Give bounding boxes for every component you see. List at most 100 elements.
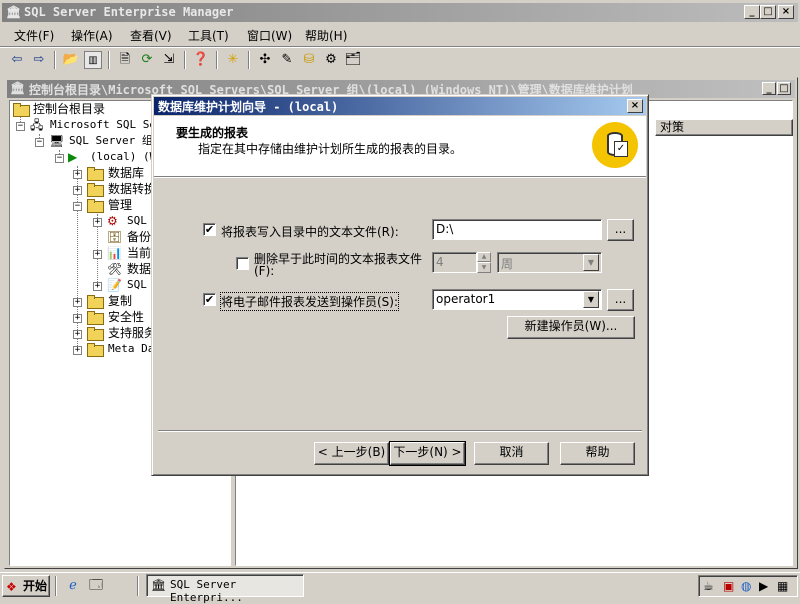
toolbar-separator [108, 51, 110, 69]
delete-older-label[interactable]: 删除早于此时间的文本报表文件 [254, 250, 422, 267]
cancel-button[interactable]: 取消 [474, 442, 549, 465]
chevron-down-icon[interactable]: ▼ [583, 254, 599, 271]
operator-browse-button[interactable]: ... [607, 289, 634, 311]
wizard-close-button[interactable]: × [627, 99, 643, 113]
back-button[interactable]: < 上一步(B) [314, 442, 389, 465]
operator-select[interactable]: operator1 [432, 289, 602, 310]
expand-icon[interactable]: + [73, 330, 82, 339]
menu-separator [0, 46, 800, 48]
system-tray: ☕ ▣ ◍ ▶ ▦ [698, 575, 798, 597]
wizard-title-bar[interactable]: 数据库维护计划向导 - (local) [154, 97, 646, 115]
toolbar-separator [248, 51, 250, 69]
delete-older-number-input[interactable]: 4 [432, 252, 477, 273]
expand-icon[interactable]: + [73, 346, 82, 355]
job-icon[interactable]: ⚙ [322, 51, 340, 69]
main-minimize-button[interactable]: _ [744, 5, 760, 19]
collapse-icon[interactable]: − [55, 154, 64, 163]
column-header-policy[interactable]: 对策 [655, 119, 793, 136]
write-report-label[interactable]: 将报表写入目录中的文本文件(R): [221, 223, 399, 240]
main-maximize-button[interactable]: □ [760, 5, 776, 19]
refresh-icon[interactable]: ⟳ [138, 51, 156, 69]
expand-icon[interactable]: + [93, 218, 102, 227]
toolbar-separator [184, 51, 186, 69]
delete-older-spinner[interactable]: ▲ ▼ [477, 252, 491, 273]
database-icon[interactable]: ⛁ [300, 51, 318, 69]
windows-logo-icon: ❖ [6, 580, 17, 594]
ie-icon[interactable]: ℯ [64, 577, 82, 595]
network-tray-icon[interactable]: ▣ [723, 579, 734, 593]
properties-icon[interactable]: 🗎 [116, 51, 134, 69]
email-operator-checkbox[interactable]: ✔ [203, 293, 216, 306]
show-tree-icon[interactable]: ▥ [84, 51, 102, 69]
folder-icon [87, 311, 104, 325]
report-directory-browse-button[interactable]: ... [607, 219, 634, 241]
collapse-icon[interactable]: − [16, 122, 25, 131]
monitor-tray-icon[interactable]: ▦ [777, 579, 788, 593]
back-arrow-icon[interactable]: ⇦ [8, 51, 26, 69]
write-report-checkbox[interactable]: ✔ [203, 223, 216, 236]
help-button[interactable]: 帮助 [560, 442, 635, 465]
wizard-title: 数据库维护计划向导 - (local) [158, 100, 339, 114]
taskbar-separator [55, 576, 57, 596]
folder-icon [87, 343, 104, 357]
export-list-icon[interactable]: ⇲ [160, 51, 178, 69]
taskbar-task-enterprise-manager[interactable]: 🏛 SQL Server Enterpri... [146, 574, 304, 604]
toolbar-separator [216, 51, 218, 69]
backup-icon: 🗄 [107, 230, 123, 244]
email-operator-label[interactable]: 将电子邮件报表发送到操作员(S): [219, 292, 400, 311]
folder-icon [87, 167, 104, 181]
menu-tools[interactable]: 工具(T) [184, 27, 233, 45]
folder-icon [13, 103, 30, 117]
help-icon[interactable]: ❓ [192, 51, 210, 69]
globe-tray-icon[interactable]: ◍ [741, 579, 751, 593]
folder-icon [87, 327, 104, 341]
menu-window[interactable]: 窗口(W) [243, 27, 296, 45]
server-icon: 🖥 [49, 134, 65, 148]
register-server-icon[interactable]: ✣ [256, 51, 274, 69]
wizard-header-divider [154, 176, 646, 178]
report-directory-input[interactable]: D:\ [432, 219, 602, 240]
expand-icon[interactable]: + [73, 186, 82, 195]
folder-icon [87, 295, 104, 309]
console-icon: 🏛 [10, 81, 26, 95]
collapse-icon[interactable]: − [73, 202, 82, 211]
maintenance-plan-icon: 🛠 [107, 262, 123, 276]
new-operator-button[interactable]: 新建操作员(W)... [507, 316, 635, 339]
wizard-icon[interactable]: ✳ [224, 51, 242, 69]
delete-older-label-shortcut: (F): [254, 264, 275, 278]
up-folder-icon[interactable]: 📂 [62, 51, 80, 69]
delete-older-checkbox[interactable] [236, 257, 249, 270]
expand-icon[interactable]: + [73, 298, 82, 307]
wizard-subheading: 指定在其中存储由维护计划所生成的报表的目录。 [198, 142, 463, 156]
new-query-icon[interactable]: ✎ [278, 51, 296, 69]
next-button[interactable]: 下一步(N) > [389, 441, 466, 466]
start-button[interactable]: ❖ 开始 [2, 575, 50, 597]
main-title-bar[interactable]: 🏛 SQL Server Enterprise Manager [2, 3, 798, 22]
console-minimize-button[interactable]: _ [762, 82, 776, 95]
forward-arrow-icon[interactable]: ⇨ [30, 51, 48, 69]
running-server-icon: ▶ [68, 150, 78, 164]
console-restore-button[interactable]: □ [777, 82, 791, 95]
schedule-icon[interactable]: 🗂 [344, 51, 362, 69]
chevron-down-icon[interactable]: ▼ [583, 291, 599, 308]
collapse-icon[interactable]: − [35, 138, 44, 147]
menu-view[interactable]: 查看(V) [126, 27, 176, 45]
activity-icon: 📊 [107, 246, 122, 260]
taskbar [0, 572, 800, 600]
expand-icon[interactable]: + [73, 314, 82, 323]
main-close-button[interactable]: × [778, 5, 794, 19]
agent-icon: ⚙ [107, 214, 118, 228]
expand-icon[interactable]: + [93, 250, 102, 259]
expand-icon[interactable]: + [73, 170, 82, 179]
expand-icon[interactable]: + [93, 282, 102, 291]
menu-file[interactable]: 文件(F) [10, 27, 58, 45]
taskbar-separator [137, 576, 139, 596]
java-tray-icon[interactable]: ☕ [703, 579, 714, 593]
wizard-footer-divider [158, 430, 642, 432]
wizard-heading: 要生成的报表 [176, 126, 249, 140]
menu-action[interactable]: 操作(A) [67, 27, 117, 45]
server-tray-icon[interactable]: ▶ [759, 579, 768, 593]
show-desktop-icon[interactable]: 🗔 [87, 577, 105, 595]
folder-icon [87, 183, 104, 197]
menu-help[interactable]: 帮助(H) [301, 27, 351, 45]
